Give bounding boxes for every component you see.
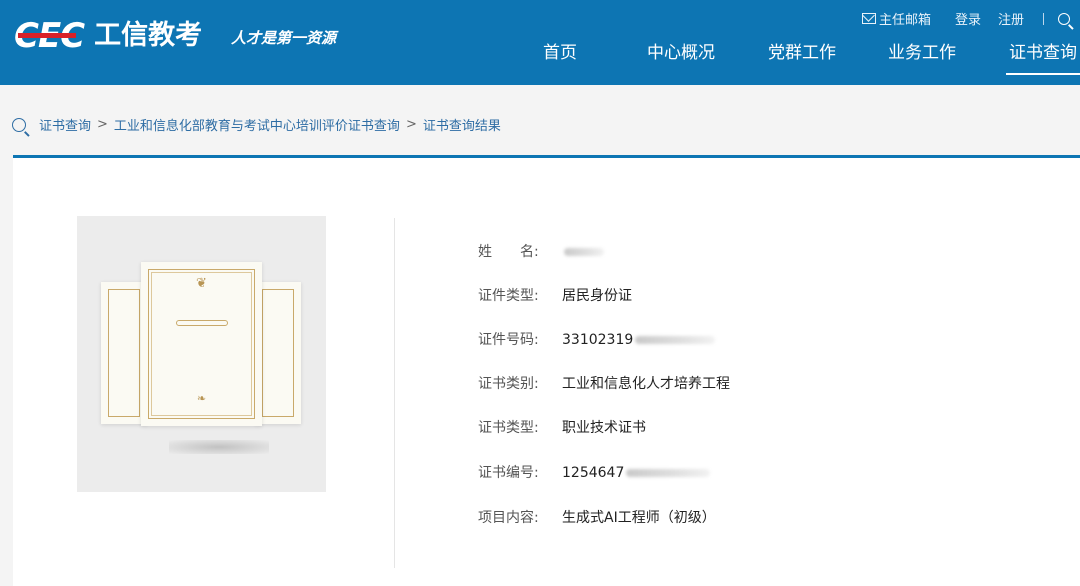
breadcrumb-item-miit-cert-query[interactable]: 工业和信息化部教育与考试中心培训评价证书查询: [114, 115, 400, 134]
nav-certificate-query[interactable]: 证书查询: [1006, 42, 1080, 85]
info-row-id-type: 证件类型: 居民身份证: [478, 286, 632, 306]
ornament-icon: ❧: [196, 392, 207, 405]
search-icon: [12, 117, 26, 132]
info-row-cert-type: 证书类型: 职业技术证书: [478, 418, 646, 438]
nav-business-work[interactable]: 业务工作: [888, 42, 956, 85]
cert-type-label: 证书类型:: [478, 420, 539, 436]
certificate-image: ❦ ❧: [77, 216, 326, 492]
breadcrumb-item-cert-query[interactable]: 证书查询: [39, 115, 91, 134]
redacted-blur: [635, 336, 716, 344]
cert-category-label: 证书类别:: [478, 376, 539, 392]
mail-link[interactable]: 主任邮箱: [861, 9, 931, 28]
nav-party-work[interactable]: 党群工作: [768, 42, 836, 85]
breadcrumb-item-result: 证书查询结果: [422, 119, 501, 134]
id-number-label: 证件号码:: [478, 332, 539, 348]
cert-category-value: 工业和信息化人才培养工程: [562, 376, 730, 392]
mail-icon: [861, 13, 876, 24]
main-nav: 首页 中心概况 党群工作 业务工作 证书查询: [0, 42, 1080, 85]
vertical-divider: [394, 218, 395, 568]
name-value: [562, 242, 604, 262]
info-row-cert-number: 证书编号: 1254647: [478, 463, 711, 483]
breadcrumb-separator: >: [97, 117, 108, 132]
info-row-name: 姓 名:: [478, 242, 604, 262]
certificate-paper-front: ❦ ❧: [141, 262, 262, 426]
info-row-cert-category: 证书类别: 工业和信息化人才培养工程: [478, 374, 730, 394]
mail-link-label: 主任邮箱: [878, 13, 931, 28]
nav-center-overview[interactable]: 中心概况: [647, 42, 715, 85]
cert-type-value: 职业技术证书: [562, 420, 646, 436]
project-label: 项目内容:: [478, 510, 539, 526]
site-header: CEC 工信教考 人才是第一资源 主任邮箱 登录 注册 首页 中心概况 党群工作…: [0, 0, 1080, 85]
redacted-blur: [564, 248, 604, 256]
id-number-value: 33102319: [562, 330, 716, 350]
cert-number-value: 1254647: [562, 463, 711, 483]
top-links: 主任邮箱 登录 注册: [861, 9, 1070, 28]
ornament-icon: ❦: [196, 276, 207, 291]
nav-home[interactable]: 首页: [543, 42, 577, 85]
id-type-value: 居民身份证: [562, 288, 632, 304]
top-links-divider: [1043, 12, 1044, 25]
name-label: 姓 名:: [478, 244, 539, 260]
breadcrumb: 证书查询 > 工业和信息化部教育与考试中心培训评价证书查询 > 证书查询结果: [12, 115, 501, 134]
info-row-id-number: 证件号码: 33102319: [478, 330, 716, 350]
logo-red-stripe: [18, 33, 76, 38]
register-link[interactable]: 注册: [998, 9, 1024, 28]
project-value: 生成式AI工程师（初级）: [562, 510, 716, 526]
result-card: ❦ ❧ 姓 名: 证件类型: 居民身份证 证件号码: 33102319 证书类别…: [13, 155, 1080, 586]
id-type-label: 证件类型:: [478, 288, 539, 304]
breadcrumb-separator: >: [405, 117, 417, 132]
info-row-project: 项目内容: 生成式AI工程师（初级）: [478, 508, 716, 528]
redacted-blur: [626, 469, 711, 477]
ribbon-icon: [175, 320, 228, 326]
search-icon[interactable]: [1058, 12, 1070, 25]
cert-number-label: 证书编号:: [478, 465, 539, 481]
login-link[interactable]: 登录: [955, 9, 981, 28]
